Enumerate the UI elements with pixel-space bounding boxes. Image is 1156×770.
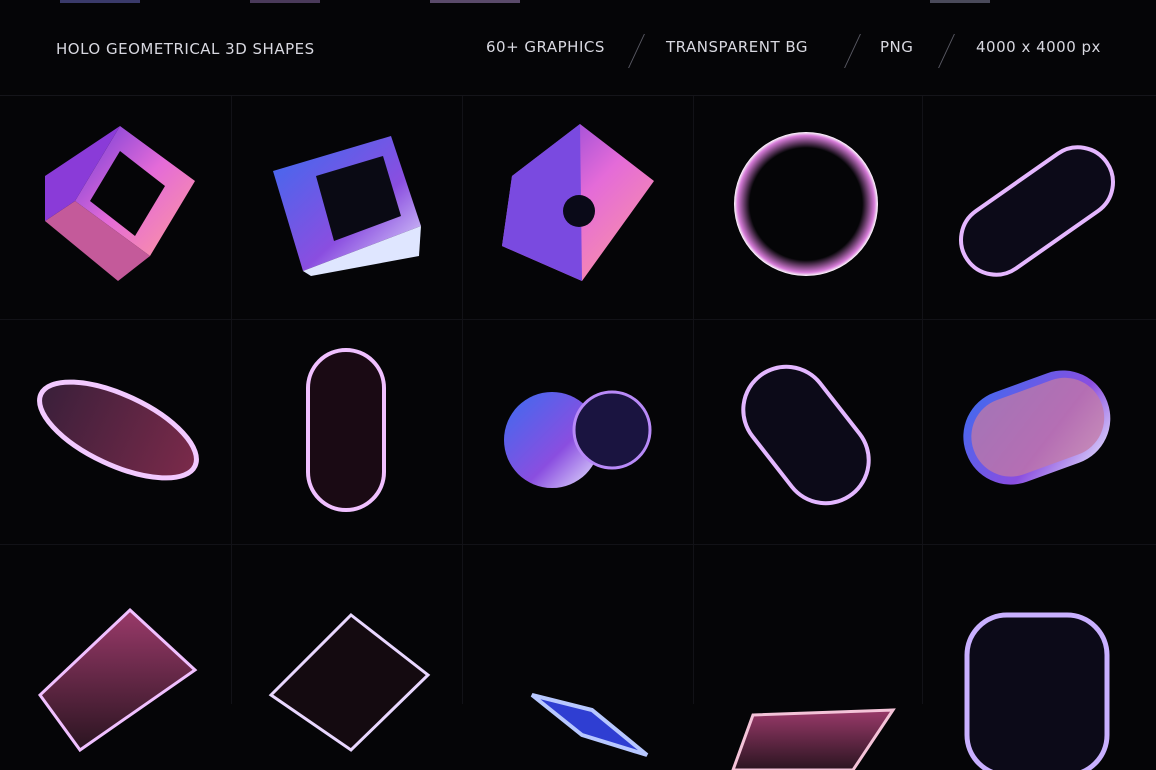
capsule-diagonal-icon — [922, 96, 1152, 321]
parallelogram-pink-icon — [0, 545, 230, 770]
ring-circle-icon — [693, 96, 923, 321]
resolution-label: 4000 x 4000 px — [976, 38, 1101, 56]
graphics-count-label: 60+ GRAPHICS — [486, 38, 605, 56]
shape-grid — [0, 96, 1156, 770]
pyramid-cube-icon — [462, 96, 692, 321]
page-title: HOLO GEOMETRICAL 3D SHAPES — [56, 40, 315, 58]
divider — [628, 34, 645, 68]
trapezoid-slab-icon — [693, 545, 923, 770]
ellipse-disc-icon — [0, 320, 230, 545]
format-label: PNG — [880, 38, 914, 56]
capsule-tilted-icon — [693, 320, 923, 545]
parallelogram-blue-icon — [462, 545, 692, 770]
capsule-vertical-icon — [231, 320, 461, 545]
rounded-square-outline-icon — [922, 545, 1152, 770]
tilted-cube-icon — [231, 96, 461, 321]
divider — [844, 34, 861, 68]
parallelogram-outline-icon — [231, 545, 461, 770]
divider — [938, 34, 955, 68]
double-sphere-icon — [462, 320, 692, 545]
header-bar: HOLO GEOMETRICAL 3D SHAPES 60+ GRAPHICS … — [0, 0, 1156, 96]
background-label: TRANSPARENT BG — [666, 38, 809, 56]
rounded-cylinder-icon — [922, 320, 1152, 545]
hollow-cube-icon — [0, 96, 230, 321]
